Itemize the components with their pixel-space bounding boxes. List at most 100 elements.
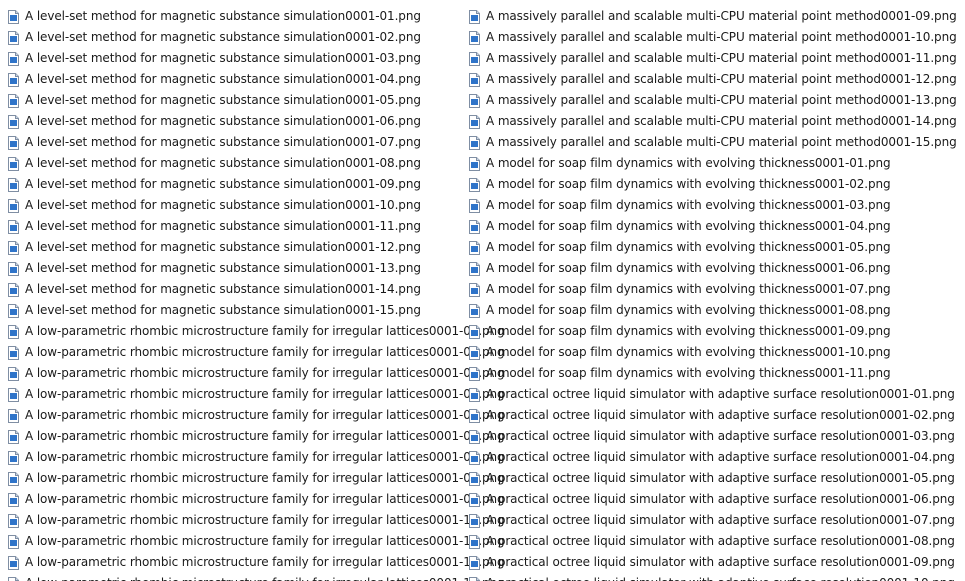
- file-name: A massively parallel and scalable multi-…: [486, 72, 957, 86]
- file-item[interactable]: A model for soap film dynamics with evol…: [469, 363, 959, 384]
- image-file-icon: [8, 9, 19, 24]
- file-name: A low-parametric rhombic microstructure …: [25, 324, 505, 338]
- file-name: A low-parametric rhombic microstructure …: [25, 429, 505, 443]
- file-name: A low-parametric rhombic microstructure …: [25, 450, 505, 464]
- file-item[interactable]: A model for soap film dynamics with evol…: [469, 174, 959, 195]
- file-item[interactable]: A model for soap film dynamics with evol…: [469, 300, 959, 321]
- file-name: A model for soap film dynamics with evol…: [486, 345, 891, 359]
- file-item[interactable]: A low-parametric rhombic microstructure …: [8, 573, 505, 581]
- file-name: A model for soap film dynamics with evol…: [486, 177, 891, 191]
- file-item[interactable]: A level-set method for magnetic substanc…: [8, 90, 463, 111]
- file-item[interactable]: A low-parametric rhombic microstructure …: [8, 510, 505, 531]
- file-name: A practical octree liquid simulator with…: [486, 387, 955, 401]
- image-file-icon: [469, 387, 480, 402]
- file-item[interactable]: A massively parallel and scalable multi-…: [469, 90, 959, 111]
- file-item[interactable]: A massively parallel and scalable multi-…: [469, 111, 959, 132]
- file-item[interactable]: A low-parametric rhombic microstructure …: [8, 342, 505, 363]
- file-name: A low-parametric rhombic microstructure …: [25, 513, 505, 527]
- image-file-icon: [8, 534, 19, 549]
- file-column-left: A level-set method for magnetic substanc…: [8, 6, 505, 581]
- file-item[interactable]: A level-set method for magnetic substanc…: [8, 300, 463, 321]
- file-name: A level-set method for magnetic substanc…: [25, 240, 421, 254]
- file-item[interactable]: A practical octree liquid simulator with…: [469, 489, 959, 510]
- file-item[interactable]: A massively parallel and scalable multi-…: [469, 27, 959, 48]
- file-item[interactable]: A level-set method for magnetic substanc…: [8, 195, 463, 216]
- file-name: A low-parametric rhombic microstructure …: [25, 555, 505, 569]
- file-item[interactable]: A massively parallel and scalable multi-…: [469, 132, 959, 153]
- file-item[interactable]: A massively parallel and scalable multi-…: [469, 48, 959, 69]
- file-item[interactable]: A low-parametric rhombic microstructure …: [8, 531, 505, 552]
- file-name: A model for soap film dynamics with evol…: [486, 198, 891, 212]
- file-item[interactable]: A model for soap film dynamics with evol…: [469, 279, 959, 300]
- image-file-icon: [8, 282, 19, 297]
- file-name: A model for soap film dynamics with evol…: [486, 303, 891, 317]
- file-item[interactable]: A massively parallel and scalable multi-…: [469, 6, 959, 27]
- file-name: A model for soap film dynamics with evol…: [486, 219, 891, 233]
- file-item[interactable]: A model for soap film dynamics with evol…: [469, 342, 959, 363]
- image-file-icon: [469, 282, 480, 297]
- file-item[interactable]: A level-set method for magnetic substanc…: [8, 6, 463, 27]
- file-item[interactable]: A model for soap film dynamics with evol…: [469, 195, 959, 216]
- file-name: A low-parametric rhombic microstructure …: [25, 534, 505, 548]
- file-name: A massively parallel and scalable multi-…: [486, 51, 957, 65]
- file-item[interactable]: A practical octree liquid simulator with…: [469, 531, 959, 552]
- image-file-icon: [469, 9, 480, 24]
- image-file-icon: [8, 429, 19, 444]
- file-name: A low-parametric rhombic microstructure …: [25, 471, 505, 485]
- file-item[interactable]: A low-parametric rhombic microstructure …: [8, 384, 505, 405]
- file-item[interactable]: A model for soap film dynamics with evol…: [469, 216, 959, 237]
- file-name: A practical octree liquid simulator with…: [486, 429, 955, 443]
- file-name: A model for soap film dynamics with evol…: [486, 261, 891, 275]
- file-name: A level-set method for magnetic substanc…: [25, 51, 421, 65]
- file-item[interactable]: A model for soap film dynamics with evol…: [469, 258, 959, 279]
- file-item[interactable]: A level-set method for magnetic substanc…: [8, 153, 463, 174]
- file-item[interactable]: A model for soap film dynamics with evol…: [469, 153, 959, 174]
- image-file-icon: [469, 93, 480, 108]
- file-item[interactable]: A practical octree liquid simulator with…: [469, 552, 959, 573]
- image-file-icon: [8, 51, 19, 66]
- file-item[interactable]: A level-set method for magnetic substanc…: [8, 69, 463, 90]
- image-file-icon: [8, 408, 19, 423]
- file-item[interactable]: A low-parametric rhombic microstructure …: [8, 489, 505, 510]
- image-file-icon: [8, 93, 19, 108]
- file-item[interactable]: A level-set method for magnetic substanc…: [8, 237, 463, 258]
- file-item[interactable]: A practical octree liquid simulator with…: [469, 384, 959, 405]
- file-name: A low-parametric rhombic microstructure …: [25, 366, 505, 380]
- image-file-icon: [8, 471, 19, 486]
- file-item[interactable]: A practical octree liquid simulator with…: [469, 510, 959, 531]
- file-name: A low-parametric rhombic microstructure …: [25, 492, 505, 506]
- file-name: A level-set method for magnetic substanc…: [25, 9, 421, 23]
- file-item[interactable]: A low-parametric rhombic microstructure …: [8, 363, 505, 384]
- file-item[interactable]: A level-set method for magnetic substanc…: [8, 132, 463, 153]
- file-item[interactable]: A practical octree liquid simulator with…: [469, 468, 959, 489]
- file-item[interactable]: A model for soap film dynamics with evol…: [469, 321, 959, 342]
- file-item[interactable]: A low-parametric rhombic microstructure …: [8, 321, 505, 342]
- file-item[interactable]: A low-parametric rhombic microstructure …: [8, 447, 505, 468]
- file-item[interactable]: A level-set method for magnetic substanc…: [8, 216, 463, 237]
- file-item[interactable]: A model for soap film dynamics with evol…: [469, 237, 959, 258]
- file-name: A practical octree liquid simulator with…: [486, 573, 955, 581]
- file-item[interactable]: A practical octree liquid simulator with…: [469, 573, 959, 581]
- file-name: A level-set method for magnetic substanc…: [25, 282, 421, 296]
- file-item[interactable]: A level-set method for magnetic substanc…: [8, 279, 463, 300]
- file-item[interactable]: A massively parallel and scalable multi-…: [469, 69, 959, 90]
- file-item[interactable]: A level-set method for magnetic substanc…: [8, 27, 463, 48]
- image-file-icon: [469, 534, 480, 549]
- file-item[interactable]: A low-parametric rhombic microstructure …: [8, 405, 505, 426]
- file-item[interactable]: A level-set method for magnetic substanc…: [8, 258, 463, 279]
- file-item[interactable]: A level-set method for magnetic substanc…: [8, 48, 463, 69]
- file-item[interactable]: A low-parametric rhombic microstructure …: [8, 426, 505, 447]
- file-item[interactable]: A practical octree liquid simulator with…: [469, 447, 959, 468]
- file-name: A practical octree liquid simulator with…: [486, 492, 955, 506]
- file-item[interactable]: A low-parametric rhombic microstructure …: [8, 552, 505, 573]
- file-name: A level-set method for magnetic substanc…: [25, 93, 421, 107]
- file-item[interactable]: A practical octree liquid simulator with…: [469, 405, 959, 426]
- file-item[interactable]: A practical octree liquid simulator with…: [469, 426, 959, 447]
- file-item[interactable]: A level-set method for magnetic substanc…: [8, 174, 463, 195]
- image-file-icon: [8, 450, 19, 465]
- file-item[interactable]: A low-parametric rhombic microstructure …: [8, 468, 505, 489]
- file-item[interactable]: A level-set method for magnetic substanc…: [8, 111, 463, 132]
- image-file-icon: [469, 513, 480, 528]
- image-file-icon: [469, 492, 480, 507]
- image-file-icon: [8, 366, 19, 381]
